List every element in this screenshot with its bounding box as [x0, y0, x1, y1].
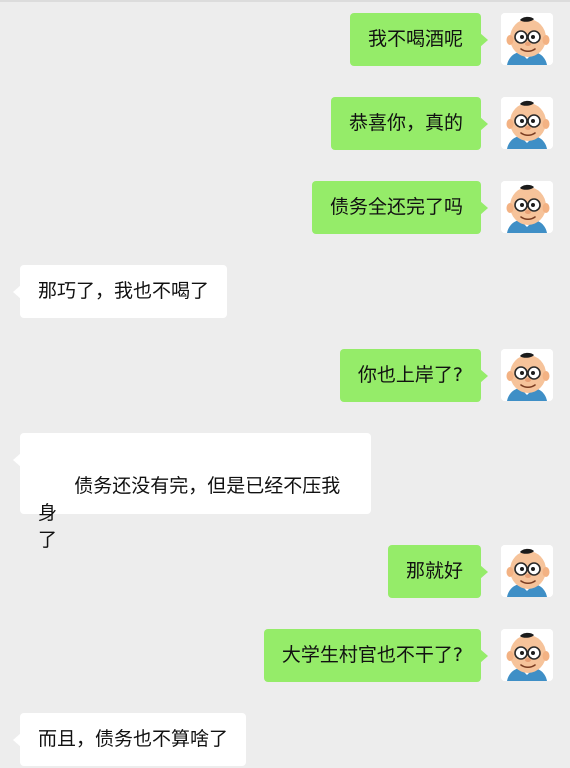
cartoon-boy-avatar-icon[interactable]: [501, 349, 553, 401]
message-text: 你也上岸了?: [357, 364, 463, 386]
bubble-tail: [480, 117, 488, 131]
bubble-tail: [480, 369, 488, 383]
cartoon-boy-avatar-icon[interactable]: [501, 545, 553, 597]
chat-message-list[interactable]: 我不喝酒呢 恭喜你，真的 债务全还完了吗 那巧了，我也不喝了 你也上岸了? 债务…: [0, 0, 570, 768]
message-text: 那就好: [405, 560, 463, 582]
message-bubble-received[interactable]: 而且，债务也不算啥了: [13, 713, 247, 766]
message-bubble-received[interactable]: 债务还没有完，但是已经不压我身 了: [13, 433, 371, 551]
message-bubble-sent[interactable]: 恭喜你，真的: [330, 97, 488, 150]
bubble-tail: [480, 201, 488, 215]
message-text: 恭喜你，真的: [348, 112, 463, 134]
bubble-tail: [480, 565, 488, 579]
bubble-tail: [480, 649, 488, 663]
bubble-tail: [480, 33, 488, 47]
message-bubble-sent[interactable]: 那就好: [387, 545, 488, 598]
message-bubble-sent[interactable]: 我不喝酒呢: [349, 13, 488, 66]
message-text: 债务还没有完，但是已经不压我身 了: [38, 475, 341, 551]
message-text: 我不喝酒呢: [367, 28, 463, 50]
message-text: 那巧了，我也不喝了: [38, 280, 210, 302]
message-bubble-received[interactable]: 那巧了，我也不喝了: [13, 265, 228, 318]
bubble-tail: [13, 453, 21, 467]
message-bubble-sent[interactable]: 大学生村官也不干了?: [263, 629, 488, 682]
message-text: 而且，债务也不算啥了: [38, 728, 229, 750]
cartoon-boy-avatar-icon[interactable]: [501, 97, 553, 149]
message-bubble-sent[interactable]: 债务全还完了吗: [311, 181, 488, 234]
message-bubble-sent[interactable]: 你也上岸了?: [339, 349, 488, 402]
bubble-tail: [13, 733, 21, 747]
cartoon-boy-avatar-icon[interactable]: [501, 181, 553, 233]
message-text: 债务全还完了吗: [329, 196, 463, 218]
cartoon-boy-avatar-icon[interactable]: [501, 13, 553, 65]
cartoon-boy-avatar-icon[interactable]: [501, 629, 553, 681]
bubble-tail: [13, 285, 21, 299]
message-text: 大学生村官也不干了?: [281, 644, 463, 666]
